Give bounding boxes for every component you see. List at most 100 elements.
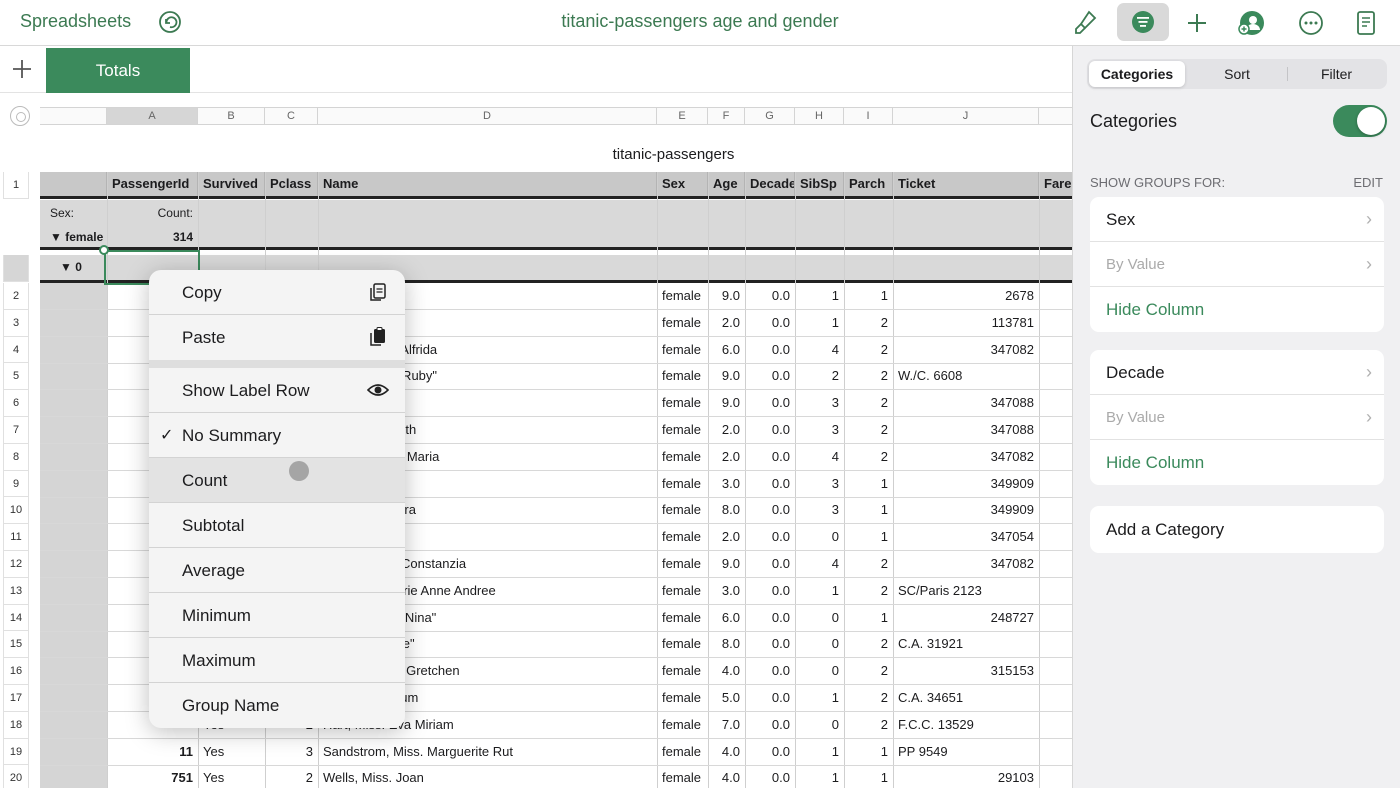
cell-parch[interactable]: 2 (844, 685, 893, 711)
cell-sex[interactable]: female (657, 712, 708, 738)
cell-sibsp[interactable]: 1 (795, 765, 844, 788)
hide-column-sex[interactable]: Hide Column (1090, 287, 1384, 332)
edit-button[interactable]: EDIT (1353, 175, 1383, 190)
cell-sibsp[interactable]: 0 (795, 605, 844, 631)
cell-age[interactable]: 9.0 (708, 390, 745, 416)
row-header[interactable]: 10 (3, 497, 29, 525)
group-disclosure-decade[interactable]: ▼ 0 (60, 255, 82, 280)
organize-button[interactable] (1117, 3, 1169, 41)
cell-age[interactable]: 8.0 (708, 631, 745, 657)
format-brush-icon[interactable] (1069, 7, 1101, 39)
header-ticket[interactable]: Ticket (893, 172, 1039, 196)
menu-item-group-name[interactable]: Group Name (149, 683, 405, 728)
cell-parch[interactable]: 2 (844, 712, 893, 738)
row-header[interactable]: 8 (3, 443, 29, 471)
cell-ticket[interactable]: 347088 (893, 390, 1039, 416)
cell-decade[interactable]: 0.0 (745, 551, 795, 577)
cell-age[interactable]: 2.0 (708, 310, 745, 336)
row-header[interactable]: 12 (3, 551, 29, 578)
cell-age[interactable]: 5.0 (708, 685, 745, 711)
cell-sibsp[interactable]: 1 (795, 310, 844, 336)
cell-parch[interactable]: 1 (844, 605, 893, 631)
row-header[interactable]: 17 (3, 685, 29, 712)
cell-sibsp[interactable]: 1 (795, 685, 844, 711)
cell-parch[interactable]: 2 (844, 337, 893, 363)
menu-item-no-summary[interactable]: ✓ No Summary (149, 413, 405, 458)
cell-ticket[interactable]: 347088 (893, 417, 1039, 443)
spreadsheets-back-button[interactable]: Spreadsheets (20, 11, 131, 32)
header-cell-blank[interactable] (40, 172, 107, 196)
cell-sibsp[interactable]: 0 (795, 631, 844, 657)
cell-passengerid[interactable]: 751 (107, 765, 198, 788)
cell-age[interactable]: 9.0 (708, 363, 745, 389)
selection-handle[interactable] (99, 245, 109, 255)
cell-ticket[interactable]: W./C. 6608 (893, 363, 1039, 389)
cell-decade[interactable]: 0.0 (745, 310, 795, 336)
row-header[interactable]: 6 (3, 390, 29, 417)
cell-sibsp[interactable]: 3 (795, 497, 844, 523)
cell-ticket[interactable]: 2678 (893, 283, 1039, 309)
cell-sibsp[interactable]: 0 (795, 524, 844, 550)
cell-sibsp[interactable]: 4 (795, 444, 844, 470)
row-header[interactable]: 15 (3, 631, 29, 659)
cell-decade[interactable]: 0.0 (745, 283, 795, 309)
cell-decade[interactable]: 0.0 (745, 712, 795, 738)
cell-age[interactable]: 2.0 (708, 444, 745, 470)
cell-ticket[interactable]: 113781 (893, 310, 1039, 336)
tab-filter[interactable]: Filter (1288, 61, 1385, 87)
cell-sibsp[interactable]: 3 (795, 471, 844, 497)
cell-parch[interactable]: 2 (844, 444, 893, 470)
cell-age[interactable]: 3.0 (708, 578, 745, 604)
row-header[interactable]: 14 (3, 604, 29, 632)
row-header[interactable]: 4 (3, 336, 29, 364)
row-header[interactable]: 3 (3, 309, 29, 337)
cell-ticket[interactable]: PP 9549 (893, 739, 1039, 765)
cell-sex[interactable]: female (657, 631, 708, 657)
cell-decade[interactable]: 0.0 (745, 685, 795, 711)
cell-ticket[interactable]: F.C.C. 13529 (893, 712, 1039, 738)
cell-age[interactable]: 6.0 (708, 337, 745, 363)
cell-ticket[interactable]: 315153 (893, 658, 1039, 684)
cell-parch[interactable]: 1 (844, 497, 893, 523)
cell-decade[interactable]: 0.0 (745, 417, 795, 443)
cell-sex[interactable]: female (657, 578, 708, 604)
cell-age[interactable]: 2.0 (708, 524, 745, 550)
row-header[interactable]: 18 (3, 711, 29, 739)
group-by-value-decade[interactable]: By Value › (1090, 395, 1384, 440)
cell-decade[interactable]: 0.0 (745, 390, 795, 416)
cell-ticket[interactable]: C.A. 34651 (893, 685, 1039, 711)
row-header-1[interactable]: 1 (3, 172, 29, 199)
cell-sex[interactable]: female (657, 658, 708, 684)
cell-sex[interactable]: female (657, 310, 708, 336)
add-icon[interactable] (1181, 7, 1213, 39)
cell-decade[interactable]: 0.0 (745, 337, 795, 363)
cell-decade[interactable]: 0.0 (745, 631, 795, 657)
undo-icon[interactable] (158, 10, 182, 34)
cell-decade[interactable]: 0.0 (745, 524, 795, 550)
tab-categories[interactable]: Categories (1089, 61, 1185, 87)
cell-sex[interactable]: female (657, 444, 708, 470)
header-sex[interactable]: Sex (657, 172, 708, 196)
cell-parch[interactable]: 1 (844, 739, 893, 765)
cell-sex[interactable]: female (657, 363, 708, 389)
cell-decade[interactable]: 0.0 (745, 363, 795, 389)
cell-sibsp[interactable]: 0 (795, 658, 844, 684)
cell-sex[interactable]: female (657, 283, 708, 309)
menu-item-paste[interactable]: Paste (149, 315, 405, 360)
row-header-subgroup[interactable] (3, 255, 29, 282)
cell-sibsp[interactable]: 2 (795, 363, 844, 389)
cell-ticket[interactable]: 29103 (893, 765, 1039, 788)
group-row-female[interactable]: ▼ female 314 (40, 227, 1072, 250)
cell-survived[interactable]: Yes (198, 739, 265, 765)
menu-item-average[interactable]: Average (149, 548, 405, 593)
cell-name[interactable]: Wells, Miss. Joan (318, 765, 657, 788)
cell-name[interactable]: Sandstrom, Miss. Marguerite Rut (318, 739, 657, 765)
cell-parch[interactable]: 2 (844, 578, 893, 604)
categories-toggle[interactable] (1333, 105, 1387, 137)
cell-decade[interactable]: 0.0 (745, 497, 795, 523)
cell-sibsp[interactable]: 1 (795, 578, 844, 604)
row-header[interactable]: 7 (3, 417, 29, 444)
cell-parch[interactable]: 2 (844, 631, 893, 657)
header-pclass[interactable]: Pclass (265, 172, 318, 196)
row-header[interactable]: 5 (3, 363, 29, 391)
